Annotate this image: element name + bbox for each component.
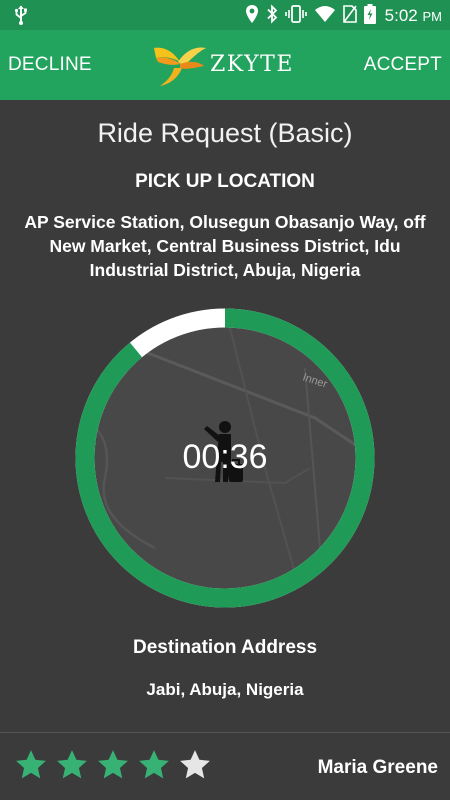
brand-name: ZKYTE xyxy=(210,52,294,77)
star-filled-icon xyxy=(139,750,169,779)
app-logo: ZKYTE xyxy=(150,42,300,90)
star-filled-icon xyxy=(57,750,87,779)
decline-button[interactable]: DECLINE xyxy=(8,54,92,76)
status-time-value: 5:02 xyxy=(384,6,418,25)
usb-icon xyxy=(14,5,28,29)
destination-heading: Destination Address xyxy=(132,637,318,658)
status-clock: 5:02 PM xyxy=(385,6,442,26)
app-bar: DECLINE ZKYTE ACCEPT xyxy=(0,30,450,100)
zkyte-bird-logo-icon xyxy=(154,47,206,86)
battery-charging-icon xyxy=(363,4,376,28)
bluetooth-icon xyxy=(266,4,278,28)
status-bar: 5:02 PM xyxy=(0,0,450,30)
rider-rating xyxy=(14,748,212,782)
status-ampm: PM xyxy=(422,9,443,24)
destination-address: Jabi, Abuja, Nigeria xyxy=(146,680,304,699)
pickup-heading: PICK UP LOCATION xyxy=(135,171,315,192)
star-filled-icon xyxy=(16,750,46,779)
vibrate-icon xyxy=(284,4,307,28)
ride-request-title: Ride Request (Basic) xyxy=(97,118,353,148)
location-icon xyxy=(245,4,259,28)
star-filled-icon xyxy=(98,750,128,779)
countdown-text: 00:36 xyxy=(182,438,268,476)
no-sim-icon xyxy=(342,5,357,27)
rider-name: Maria Greene xyxy=(317,757,438,778)
countdown-timer: Inner 00:36 xyxy=(75,308,375,608)
accept-button[interactable]: ACCEPT xyxy=(364,54,442,76)
wifi-icon xyxy=(314,5,336,27)
star-empty-icon xyxy=(180,750,210,779)
divider xyxy=(0,732,450,733)
pickup-address: AP Service Station, Olusegun Obasanjo Wa… xyxy=(24,212,426,280)
